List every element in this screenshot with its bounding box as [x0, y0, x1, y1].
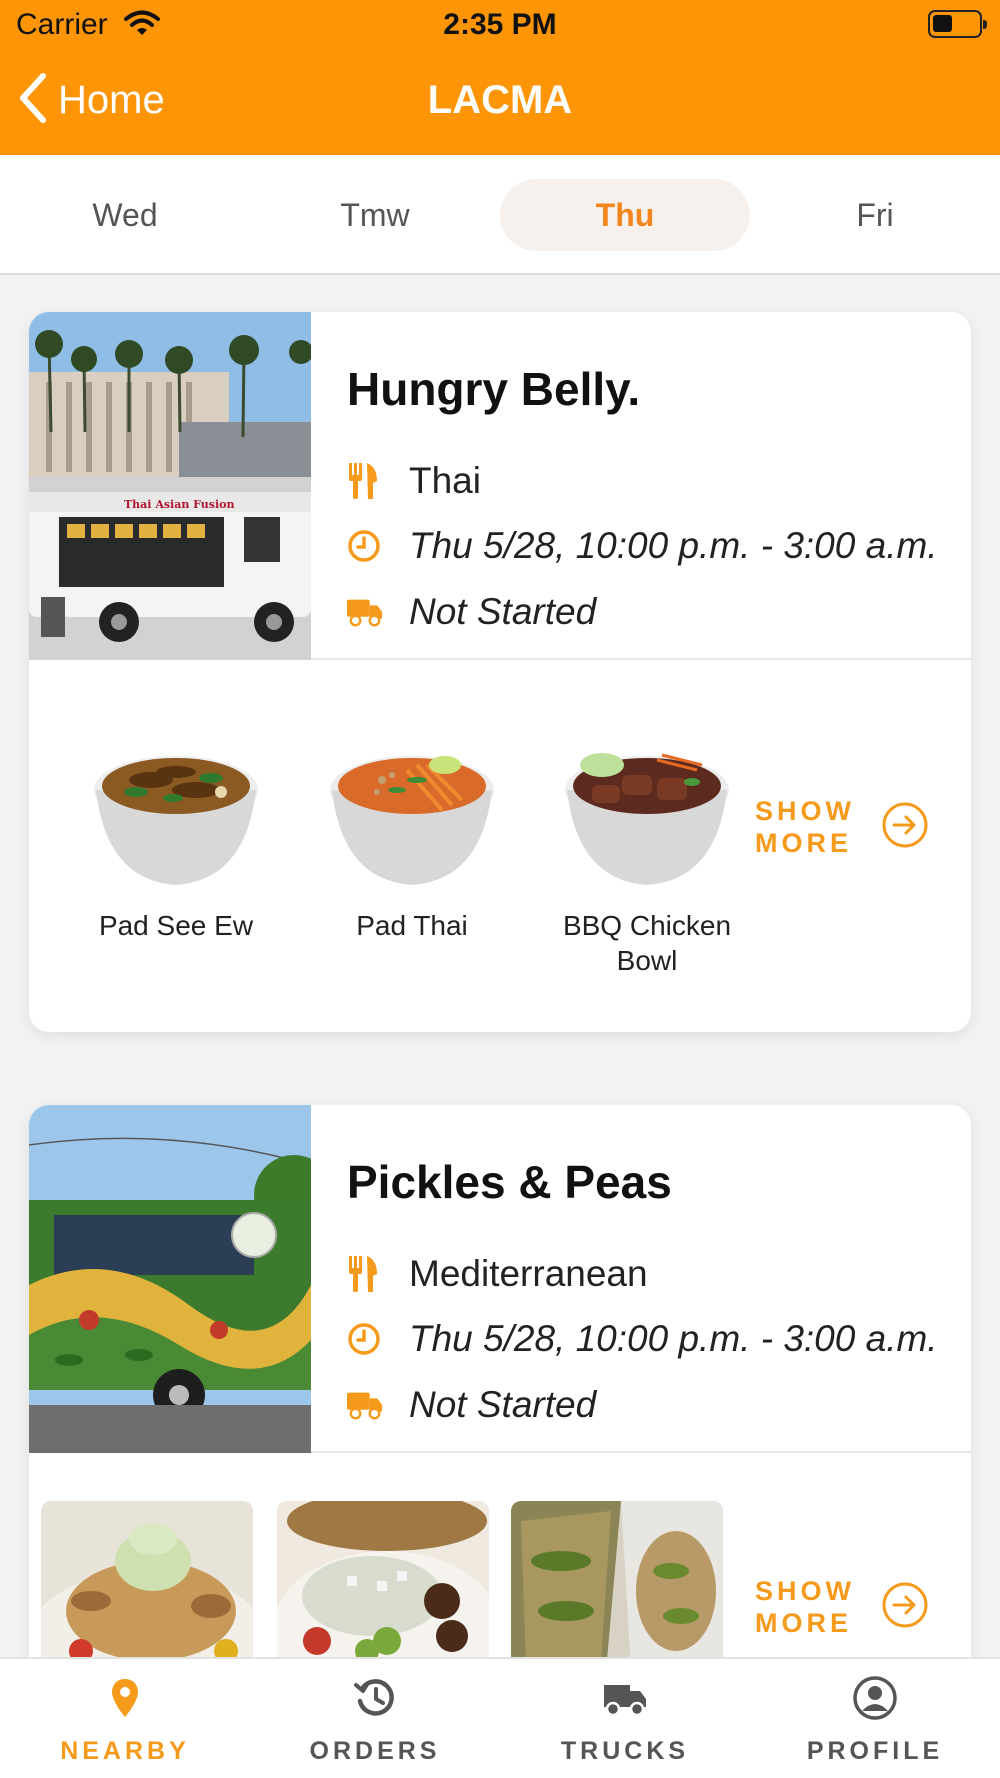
- truck-card-header[interactable]: Pickles & Peas Mediterranean Thu 5/28, 1…: [29, 1105, 971, 1453]
- status-bar: Carrier 2:35 PM: [0, 0, 1000, 50]
- bbq-chicken-bowl-image: [562, 720, 732, 890]
- tab-nearby[interactable]: NEARBY: [0, 1673, 250, 1766]
- show-more-button[interactable]: SHOW MORE: [755, 1575, 929, 1639]
- tab-trucks[interactable]: TRUCKS: [500, 1673, 750, 1766]
- tab-label: TRUCKS: [560, 1737, 690, 1765]
- cuisine-label: Mediterranean: [409, 1253, 648, 1294]
- tab-label: ORDERS: [309, 1737, 441, 1765]
- show-more-label: SHOW MORE: [755, 796, 855, 858]
- utensils-icon: [347, 1254, 383, 1294]
- battery-icon: [928, 10, 987, 38]
- location-pin-icon: [0, 1673, 250, 1723]
- menu-item-name: Pad Thai: [356, 910, 468, 941]
- tab-profile[interactable]: PROFILE: [750, 1673, 1000, 1766]
- day-tab-thu[interactable]: Thu: [500, 179, 750, 251]
- tab-label: PROFILE: [806, 1737, 944, 1765]
- clock-icon: [347, 526, 383, 566]
- profile-icon: [750, 1673, 1000, 1723]
- menu-item-name: BBQ Chicken Bowl: [562, 910, 732, 976]
- truck-status-icon: [347, 592, 383, 632]
- bottom-tab-bar: NEARBY ORDERS TRUCKS PROFILE: [0, 1657, 1000, 1778]
- show-more-label: SHOW MORE: [755, 1576, 855, 1638]
- truck-card[interactable]: Pickles & Peas Mediterranean Thu 5/28, 1…: [29, 1105, 971, 1657]
- status-row: Not Started: [347, 591, 596, 633]
- menu-item[interactable]: Pad Thai: [312, 720, 512, 943]
- menu-item[interactable]: BBQ Chicken Bowl: [547, 720, 747, 978]
- status-row: Not Started: [347, 1384, 596, 1426]
- day-tab-fri[interactable]: Fri: [750, 179, 1000, 251]
- truck-name: Pickles & Peas: [347, 1156, 672, 1208]
- tab-orders[interactable]: ORDERS: [250, 1673, 500, 1766]
- truck-card-header[interactable]: Thai Asian Fusion Hungry Belly. Thai Thu…: [29, 312, 971, 660]
- tab-label: NEARBY: [60, 1737, 190, 1765]
- truck-sign: Thai Asian Fusion: [124, 498, 235, 511]
- show-more-button[interactable]: SHOW MORE: [755, 795, 929, 859]
- status-label: Not Started: [409, 591, 597, 632]
- salad-plate-image[interactable]: [41, 1501, 253, 1657]
- history-icon: [250, 1673, 500, 1723]
- menu-preview: Pad See Ew Pad Thai BBQ Chicken Bowl SHO…: [29, 660, 971, 1032]
- truck-photo-hungry-belly: Thai Asian Fusion: [29, 312, 311, 660]
- hours-row: Thu 5/28, 10:00 p.m. - 3:00 a.m.: [347, 1318, 938, 1360]
- clock-icon: [347, 1319, 383, 1359]
- page-title: LACMA: [427, 78, 573, 122]
- day-selector: Wed Tmw Thu Fri: [0, 155, 1000, 275]
- menu-item-name: Pad See Ew: [98, 910, 254, 941]
- mezze-bowl-image[interactable]: [277, 1501, 489, 1657]
- day-tab-tmw[interactable]: Tmw: [250, 179, 500, 251]
- truck-name: Hungry Belly.: [347, 363, 641, 415]
- menu-item[interactable]: Pad See Ew: [76, 720, 276, 943]
- status-label: Not Started: [409, 1384, 597, 1425]
- truck-list[interactable]: Thai Asian Fusion Hungry Belly. Thai Thu…: [0, 277, 1000, 1657]
- wrap-image[interactable]: [511, 1501, 723, 1657]
- day-tab-wed[interactable]: Wed: [0, 179, 250, 251]
- hours-label: Thu 5/28, 10:00 p.m. - 3:00 a.m.: [409, 525, 938, 566]
- truck-card[interactable]: Thai Asian Fusion Hungry Belly. Thai Thu…: [29, 312, 971, 1032]
- cuisine-label: Thai: [409, 460, 481, 501]
- nav-header: Carrier 2:35 PM Home LACMA: [0, 0, 1000, 155]
- arrow-circle-right-icon: [881, 1581, 929, 1634]
- menu-preview: SHOW MORE: [29, 1453, 971, 1657]
- cuisine-row: Mediterranean: [347, 1253, 648, 1295]
- hours-row: Thu 5/28, 10:00 p.m. - 3:00 a.m.: [347, 525, 938, 567]
- pad-thai-bowl-image: [327, 720, 497, 890]
- cuisine-row: Thai: [347, 460, 481, 502]
- truck-icon: [500, 1673, 750, 1723]
- arrow-circle-right-icon: [881, 801, 929, 854]
- truck-photo-pickles-peas: [29, 1105, 311, 1453]
- utensils-icon: [347, 461, 383, 501]
- status-time: 2:35 PM: [443, 8, 557, 41]
- pad-see-ew-bowl-image: [91, 720, 261, 890]
- hours-label: Thu 5/28, 10:00 p.m. - 3:00 a.m.: [409, 1318, 938, 1359]
- truck-status-icon: [347, 1385, 383, 1425]
